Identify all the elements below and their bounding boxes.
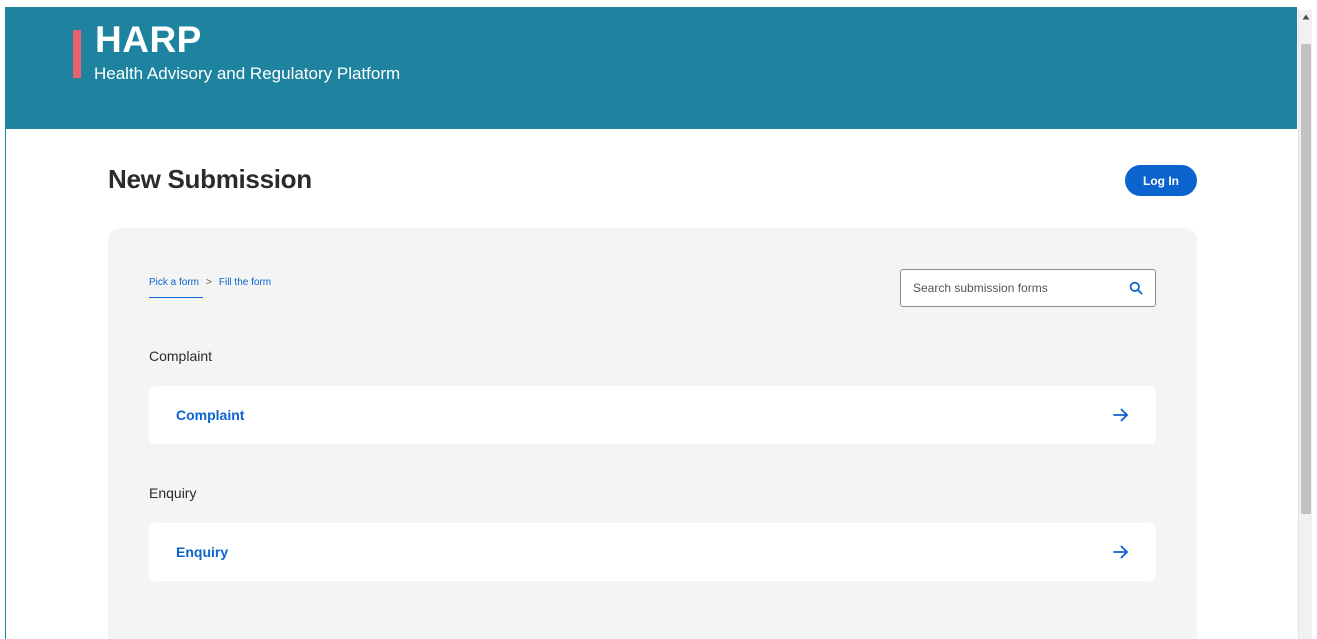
page-title: New Submission <box>108 164 312 194</box>
breadcrumb: Pick a form > Fill the form <box>149 277 271 298</box>
vertical-scrollbar[interactable] <box>1298 10 1312 639</box>
arrow-right-icon <box>1113 408 1128 422</box>
login-button[interactable]: Log In <box>1125 165 1197 196</box>
search-box[interactable] <box>900 269 1156 307</box>
scrollbar-thumb[interactable] <box>1301 44 1311 514</box>
breadcrumb-step-fill-form[interactable]: Fill the form <box>219 277 271 294</box>
search-icon[interactable] <box>1129 281 1143 295</box>
app-window: HARP Health Advisory and Regulatory Plat… <box>5 7 1297 639</box>
arrow-right-icon <box>1113 545 1128 559</box>
section-label-enquiry: Enquiry <box>149 485 197 501</box>
logo-subtitle: Health Advisory and Regulatory Platform <box>94 64 401 83</box>
form-card-enquiry[interactable]: Enquiry <box>149 523 1156 581</box>
section-label-complaint: Complaint <box>149 348 213 364</box>
breadcrumb-step-pick-form[interactable]: Pick a form <box>149 277 204 298</box>
logo-accent-bar <box>73 30 81 78</box>
breadcrumb-separator: > <box>206 277 212 288</box>
form-picker-panel: Pick a form > Fill the form Complaint Co… <box>108 228 1197 639</box>
form-card-label: Enquiry <box>176 544 229 560</box>
form-card-complaint[interactable]: Complaint <box>149 386 1156 444</box>
chevron-up-icon <box>1302 14 1310 20</box>
scroll-up-button[interactable] <box>1299 10 1313 24</box>
site-header: HARP Health Advisory and Regulatory Plat… <box>6 7 1297 129</box>
search-input[interactable] <box>913 281 1129 295</box>
form-card-label: Complaint <box>176 407 245 423</box>
logo-title[interactable]: HARP <box>95 21 202 58</box>
